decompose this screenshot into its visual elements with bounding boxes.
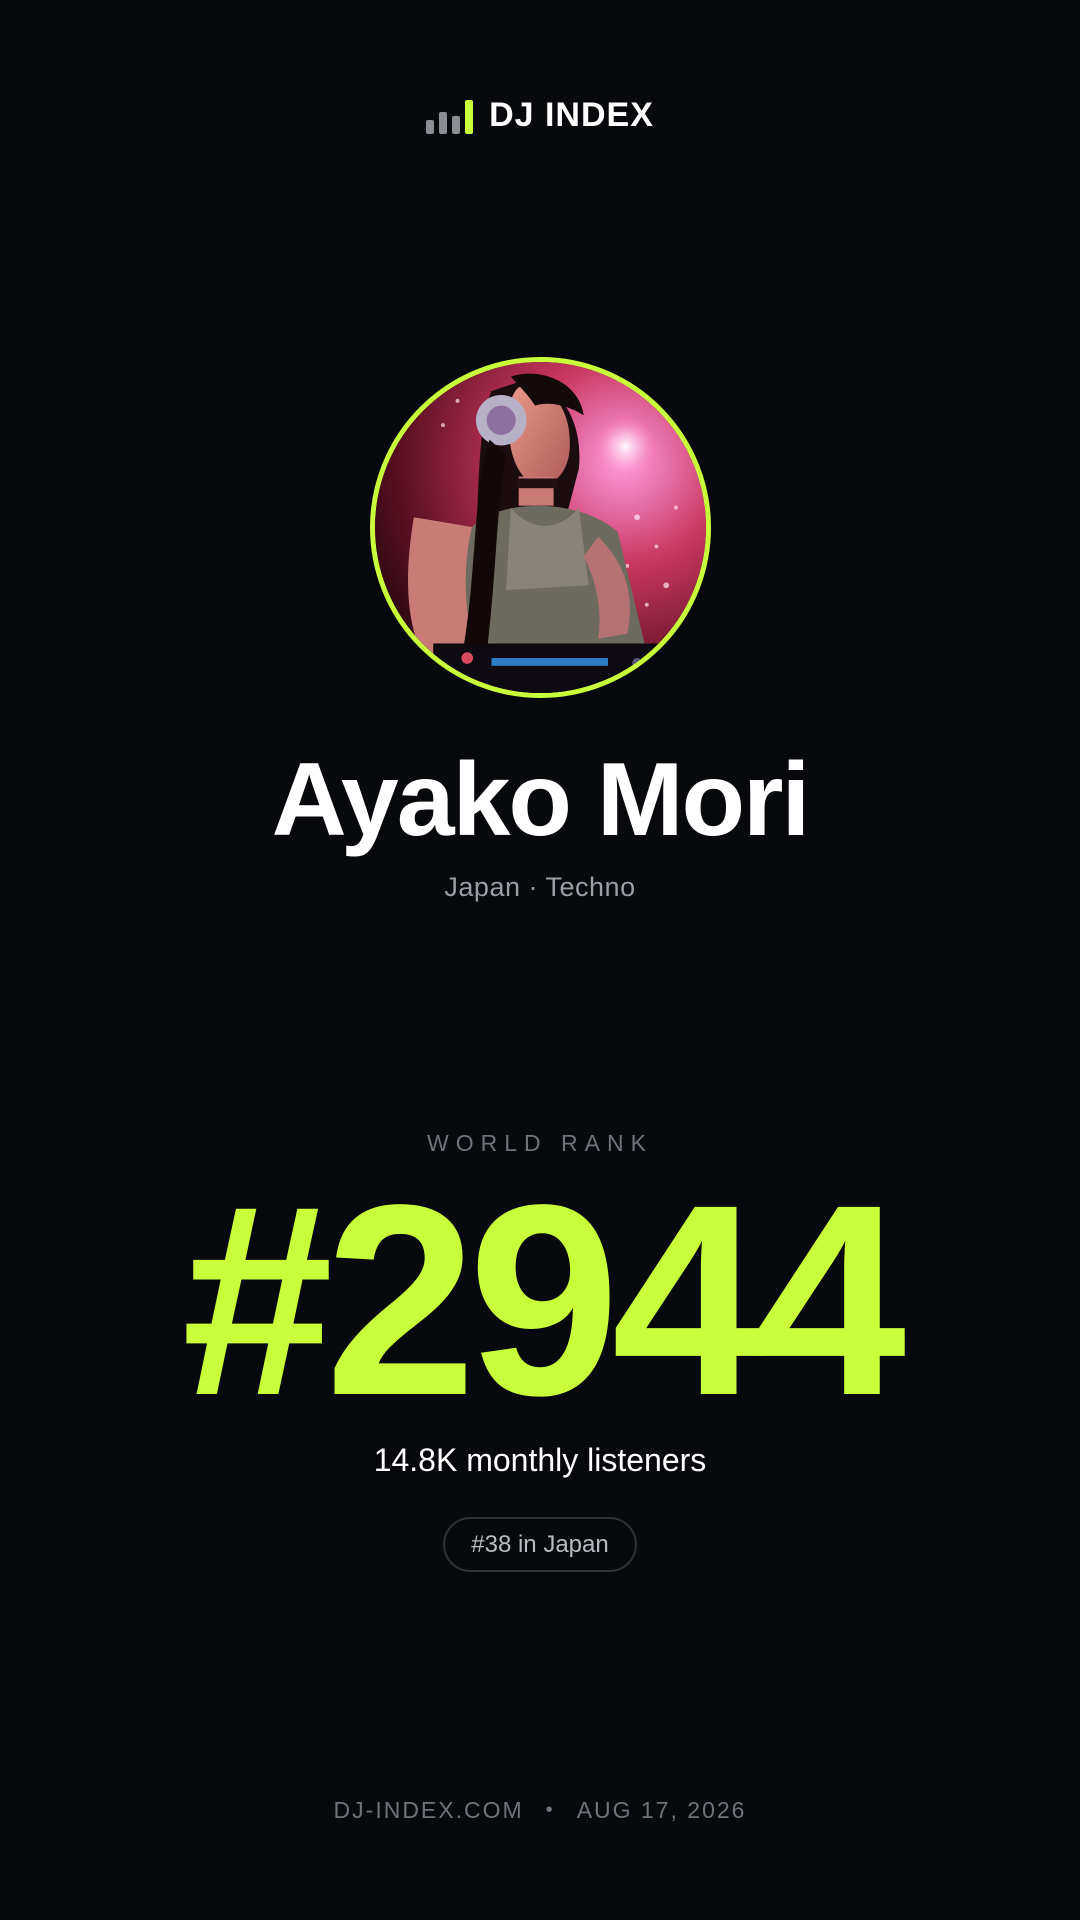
dj-meta: Japan · Techno bbox=[0, 872, 1080, 903]
rank-card: DJ INDEX Ayako Mori Japan · Techno WORLD… bbox=[0, 0, 1080, 1920]
footer-separator: • bbox=[545, 1799, 555, 1821]
monthly-listeners: 14.8K monthly listeners bbox=[373, 1442, 707, 1478]
footer: DJ-INDEX.COM • AUG 17, 2026 bbox=[0, 1797, 1080, 1824]
dj-genre: Techno bbox=[545, 872, 636, 902]
world-rank-value: #2944 bbox=[181, 1148, 906, 1452]
meta-separator: · bbox=[528, 872, 538, 902]
dj-photo bbox=[375, 362, 706, 693]
brand-logo: DJ INDEX bbox=[0, 96, 1080, 135]
dj-name: Ayako Mori bbox=[271, 742, 811, 858]
brand-name: DJ INDEX bbox=[489, 96, 654, 134]
footer-date: AUG 17, 2026 bbox=[576, 1797, 747, 1823]
dj-country: Japan bbox=[444, 872, 521, 902]
footer-site: DJ-INDEX.COM bbox=[333, 1797, 524, 1823]
bar-chart-icon bbox=[426, 98, 474, 134]
country-rank-row: #38 in Japan bbox=[0, 1517, 1080, 1572]
avatar bbox=[370, 357, 711, 698]
country-rank-badge: #38 in Japan bbox=[443, 1517, 637, 1572]
